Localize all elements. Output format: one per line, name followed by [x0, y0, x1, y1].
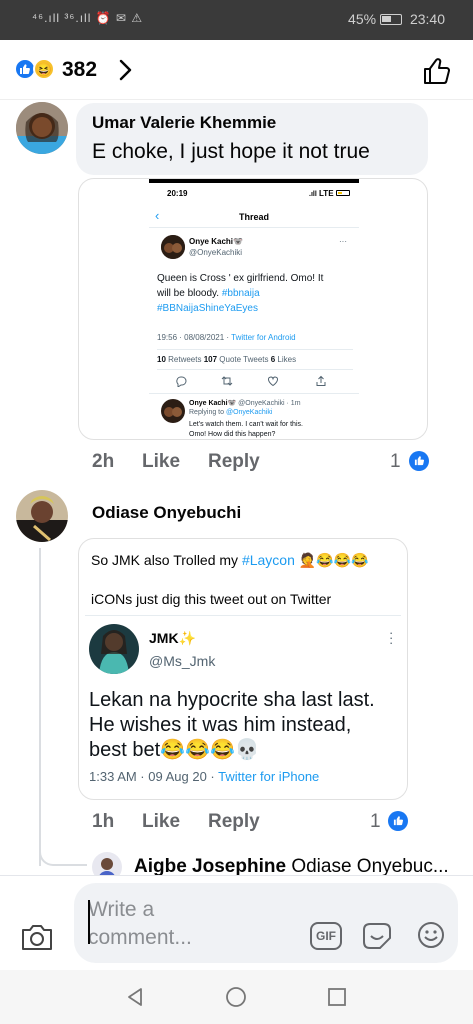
comment-bubble[interactable]: Umar Valerie Khemmie E choke, I just hop…	[76, 103, 428, 175]
back-icon[interactable]	[124, 986, 146, 1008]
comment-placeholder: Write a comment...	[88, 898, 192, 949]
text-caret	[88, 900, 90, 944]
comment-image[interactable]: So JMK also Trolled my #Laycon 🤦😂😂😂 iCON…	[78, 538, 408, 800]
tweet-author: Onye Kachi🐨	[189, 237, 243, 246]
clock: 23:40	[409, 11, 445, 27]
status-bar: ⁴⁶.ıll ³⁶.ıll ⏰ ✉ ⚠ 45% 23:40	[0, 0, 473, 40]
battery-percent: 45%	[348, 11, 377, 27]
more-vertical-icon: · · ·	[389, 625, 394, 650]
gif-button[interactable]: GIF	[310, 922, 342, 950]
tweet-stats: 10 Retweets 107 Quote Tweets 6 Likes	[157, 355, 297, 364]
haha-icon: 😆	[33, 58, 55, 80]
quoted-name: JMK✨	[149, 630, 196, 646]
reply-icon	[176, 376, 187, 387]
camera-icon[interactable]	[20, 922, 54, 952]
reply-text: Let's watch them. I can't wait for this.…	[189, 421, 303, 438]
status-right: 45% 23:40	[348, 11, 445, 27]
sticker-icon[interactable]	[360, 920, 394, 952]
tweet-handle: @OnyeKachiki	[189, 248, 243, 257]
more-icon: ···	[339, 237, 347, 246]
share-icon	[316, 375, 326, 386]
comment-time: 2h	[92, 451, 115, 472]
quoted-avatar	[89, 624, 139, 674]
tweet-avatar	[161, 235, 185, 259]
comment-image[interactable]: 20:19 .ıll LTE ‹ Thread Onye Kachi🐨 @Ony…	[78, 178, 428, 440]
reply-avatar	[161, 399, 185, 423]
tweet-line-2: iCONs just dig this tweet out on Twitter	[91, 591, 332, 607]
like-button[interactable]: Like	[142, 811, 180, 833]
tweet-text: Queen is Cross ' ex girlfriend. Omo! It …	[157, 273, 324, 314]
tweet-status-net: .ıll LTE	[309, 189, 350, 198]
comment-like-count[interactable]: 1	[370, 811, 381, 833]
like-button[interactable]: Like	[142, 451, 180, 473]
reply-header: Onye Kachi🐨 @OnyeKachiki · 1m	[189, 400, 301, 407]
tweet-line-1: So JMK also Trolled my #Laycon 🤦😂😂😂	[91, 552, 369, 568]
avatar[interactable]	[16, 102, 68, 154]
comment-text: E choke, I just hope it not true	[92, 140, 370, 163]
tweet-meta: 19:56 · 08/08/2021 · Twitter for Android	[157, 333, 296, 342]
retweet-icon	[221, 376, 233, 386]
recents-icon[interactable]	[326, 986, 348, 1008]
comment-author[interactable]: Umar Valerie Khemmie	[92, 113, 276, 133]
back-chevron-icon: ‹	[155, 208, 160, 223]
comment-author[interactable]: Odiase Onyebuchi	[92, 503, 241, 523]
like-badge-icon	[388, 811, 408, 831]
chevron-right-icon[interactable]	[116, 58, 134, 82]
heart-icon	[268, 376, 278, 387]
emoji-icon[interactable]	[416, 920, 446, 950]
like-outline-icon[interactable]	[422, 56, 452, 86]
avatar[interactable]	[16, 490, 68, 542]
thread-title: Thread	[239, 212, 270, 222]
reply-button[interactable]: Reply	[208, 451, 260, 473]
quoted-tweet-card: JMK✨ @Ms_Jmk · · · Lekan na hypocrite sha …	[85, 615, 401, 791]
tweet-status-time: 20:19	[167, 189, 188, 198]
status-icons: ⁴⁶.ıll ³⁶.ıll ⏰ ✉ ⚠	[32, 11, 144, 25]
quoted-text: Lekan na hypocrite sha last last. He wis…	[89, 689, 375, 761]
home-icon[interactable]	[225, 986, 247, 1008]
quoted-meta: 1:33 AM · 09 Aug 20 · Twitter for iPhone	[89, 769, 320, 784]
thread-line-curve	[39, 846, 87, 866]
comment-like-count[interactable]: 1	[390, 451, 401, 473]
phone-top-edge	[149, 179, 359, 183]
quoted-handle: @Ms_Jmk	[149, 653, 216, 669]
like-badge-icon	[409, 451, 429, 471]
reply-button[interactable]: Reply	[208, 811, 260, 833]
battery-icon	[380, 14, 403, 25]
replying-to: Replying to @OnyeKachiki	[189, 409, 273, 416]
comment-time: 1h	[92, 811, 115, 832]
reaction-count[interactable]: 382	[62, 58, 97, 82]
thread-line	[39, 548, 41, 866]
